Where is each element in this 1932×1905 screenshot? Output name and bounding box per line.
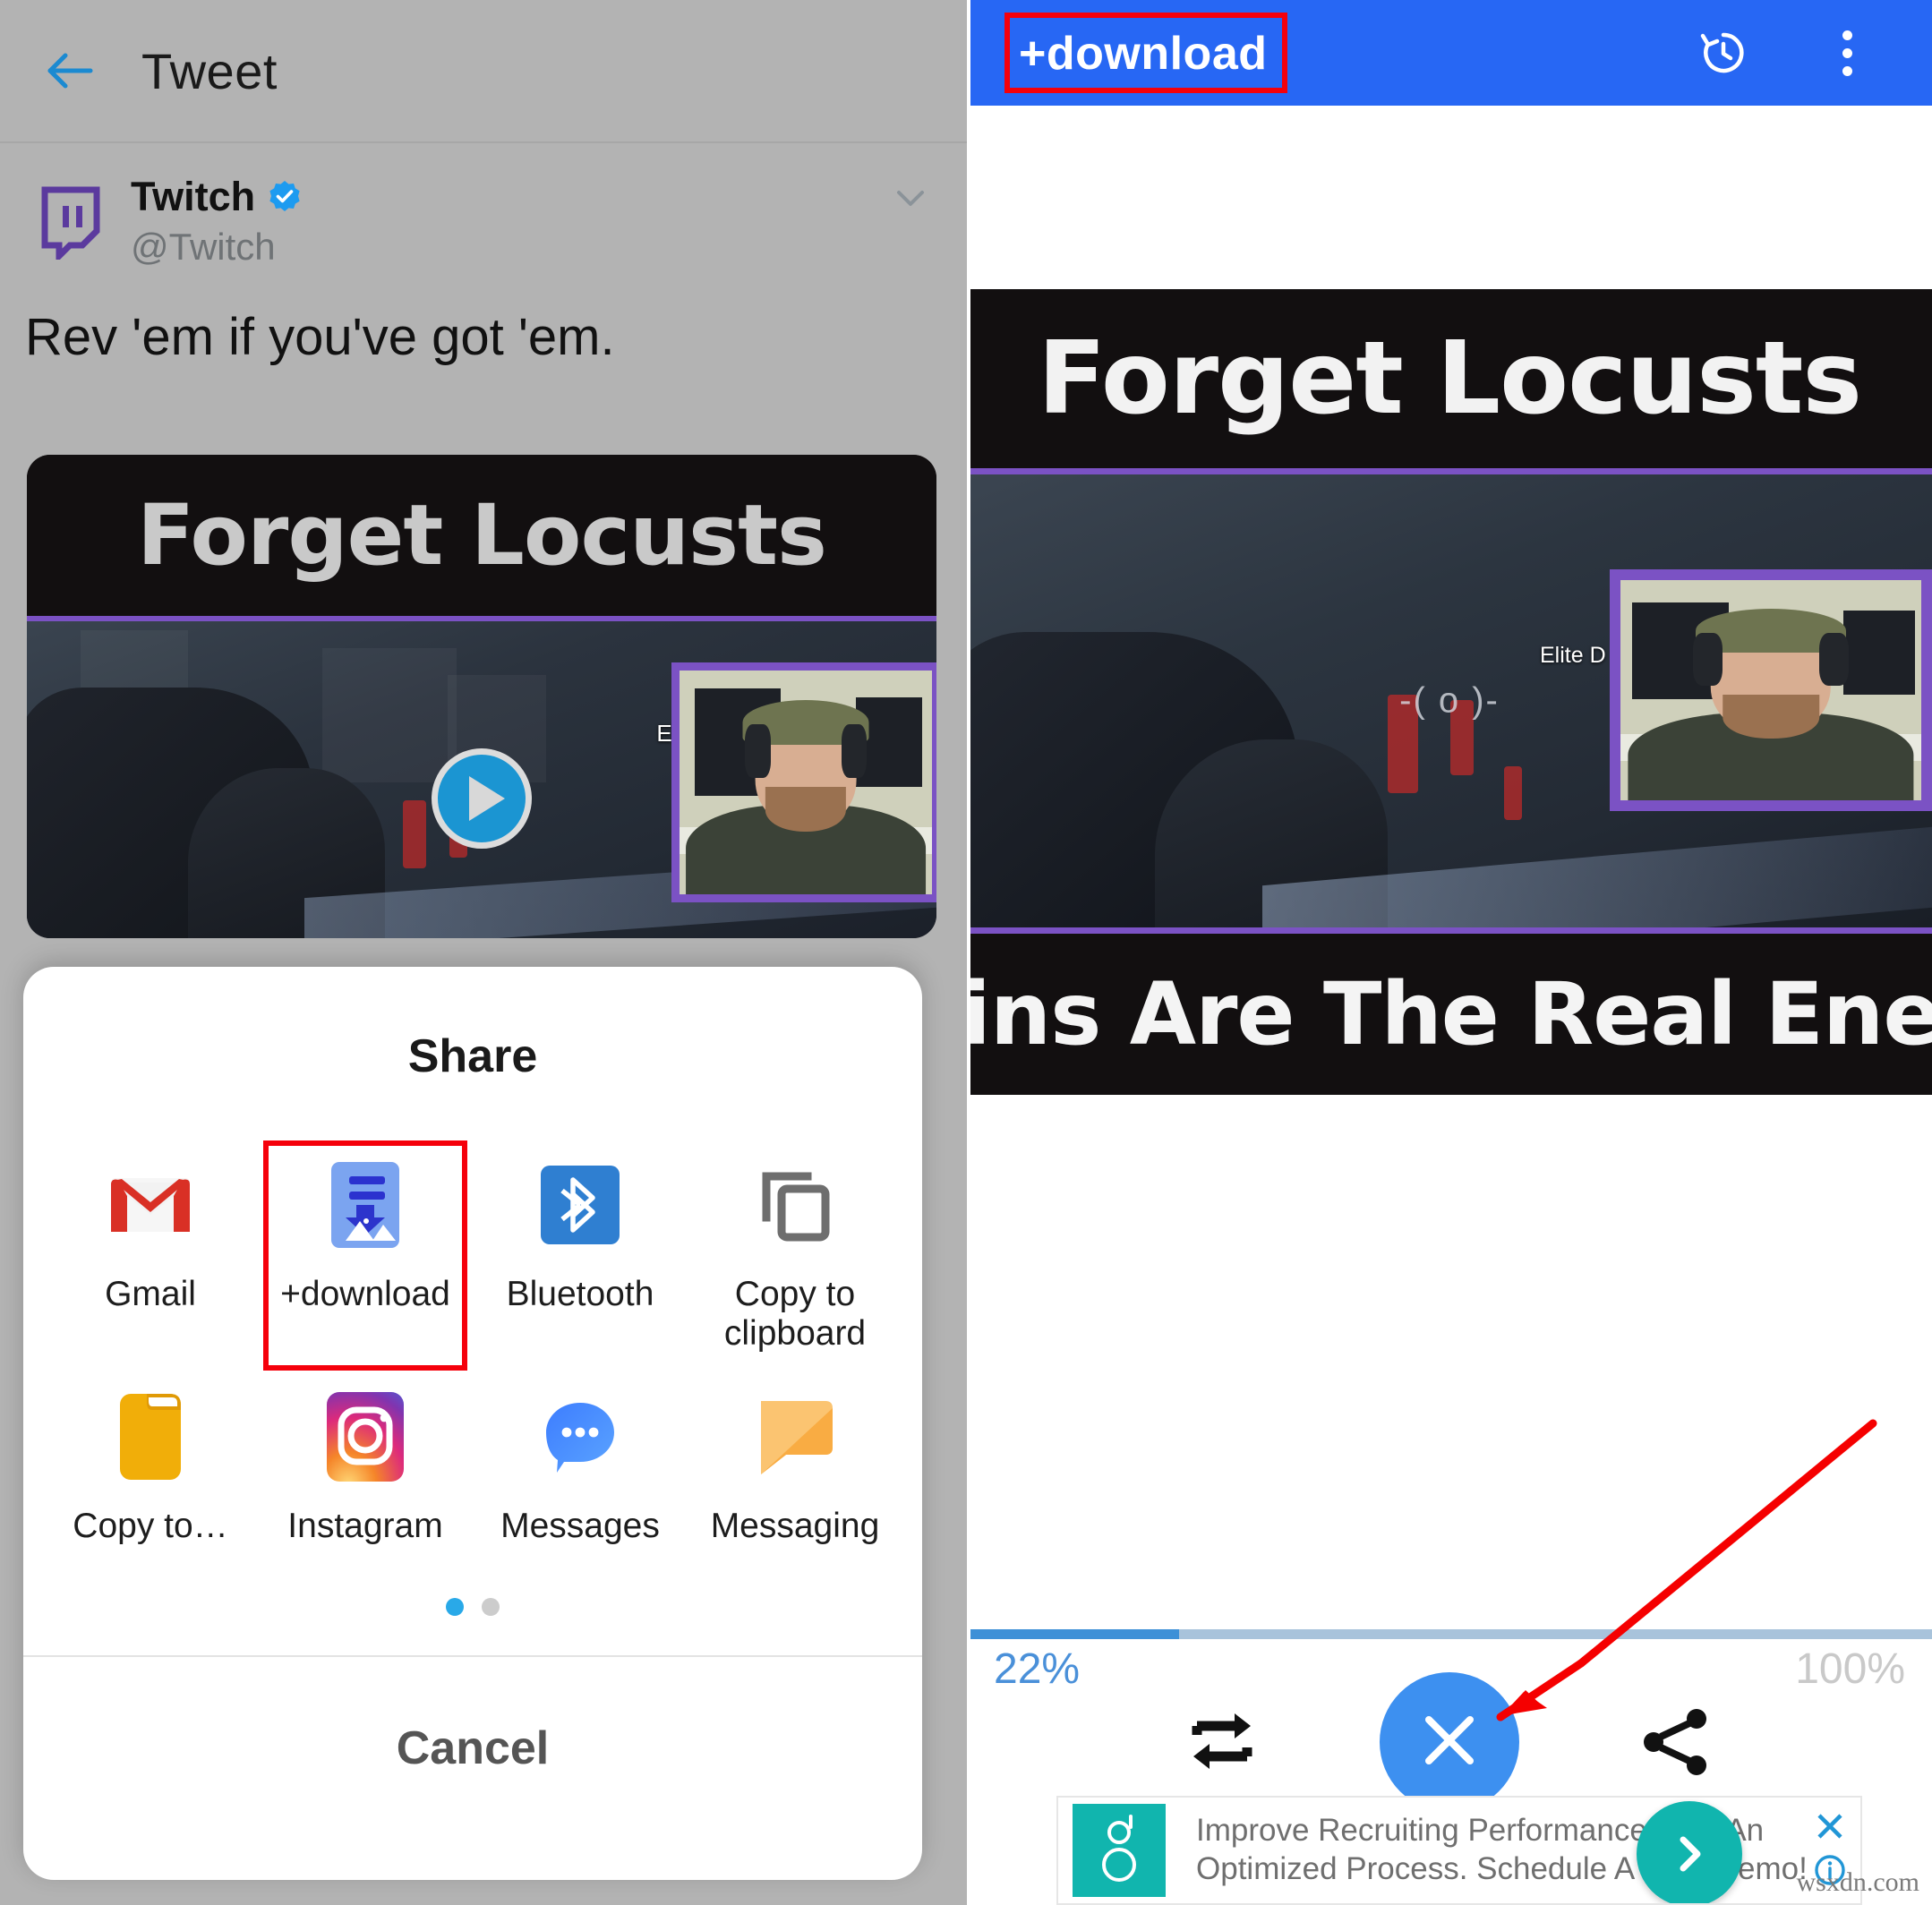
meme-top-caption: Forget Locusts	[27, 455, 936, 616]
share-target-plus-download[interactable]: +download	[258, 1140, 473, 1371]
verified-badge-icon	[268, 180, 302, 214]
share-target-label: Copy to…	[73, 1506, 228, 1545]
meme-bottom-caption: Trains Are The Real Enemy	[967, 934, 1932, 1095]
share-target-gmail[interactable]: Gmail	[43, 1146, 258, 1362]
pager-dot-active[interactable]	[446, 1598, 464, 1617]
crosshair-icon: -( o )-	[1399, 680, 1500, 721]
tweet-appbar: Tweet	[0, 0, 967, 143]
panel-divider	[967, 0, 970, 1905]
share-target-label: Bluetooth	[506, 1275, 654, 1313]
messaging-bubble-icon	[748, 1390, 842, 1483]
cancel-download-button[interactable]	[1380, 1672, 1519, 1812]
play-button-icon[interactable]	[432, 748, 532, 850]
share-target-copy-to-clipboard[interactable]: Copy to clipboard	[688, 1146, 902, 1362]
progress-track[interactable]	[967, 1629, 1932, 1639]
share-target-messaging[interactable]: Messaging	[688, 1378, 902, 1553]
tweet-body-text: Rev 'em if you've got 'em.	[25, 308, 615, 366]
meme-top-caption-text: Forget Locusts	[1037, 320, 1862, 437]
download-app-screen: +download Forget Locusts Elite D -(o)-…	[967, 0, 1932, 1905]
app-title-wrap: +download	[1004, 13, 1287, 93]
meme-top-caption: Forget Locusts	[967, 289, 1932, 468]
share-sheet-pager[interactable]	[23, 1598, 922, 1617]
twitter-tweet-screen: Tweet Twitch @Twitch Rev 'em if you've g…	[0, 0, 967, 1905]
download-preview-media: Forget Locusts Elite D -( o )- ins Are T…	[967, 289, 1932, 1095]
share-nodes-icon[interactable]	[1634, 1699, 1720, 1785]
share-target-label: Messaging	[710, 1506, 880, 1545]
stream-overlay-label: Elite D	[1540, 643, 1606, 668]
tweet-video-card[interactable]: Forget Locusts Elite D	[27, 455, 936, 938]
screenshot-root: Tweet Twitch @Twitch Rev 'em if you've g…	[0, 0, 1932, 1905]
streamer-webcam	[671, 662, 936, 902]
watermark: wsxdn.com	[1796, 1867, 1920, 1897]
kebab-menu-icon[interactable]	[1819, 25, 1875, 81]
share-app-grid: Gmail +download Bluetooth Copy to clipbo…	[23, 1083, 922, 1553]
repeat-arrows-icon[interactable]	[1179, 1699, 1265, 1785]
close-x-icon[interactable]	[1812, 1808, 1848, 1849]
messages-bubble-icon	[534, 1390, 627, 1483]
chevron-down-icon[interactable]	[890, 177, 931, 218]
back-arrow-icon[interactable]	[41, 43, 97, 98]
progress-fill	[967, 1629, 1180, 1639]
share-target-copy-to[interactable]: Copy to…	[43, 1378, 258, 1553]
highlight-box	[1004, 13, 1287, 93]
appbar-actions	[1696, 25, 1894, 81]
history-clock-icon[interactable]	[1696, 25, 1751, 81]
share-target-bluetooth[interactable]: Bluetooth	[473, 1146, 688, 1362]
folder-icon	[104, 1390, 197, 1483]
account-block: Twitch @Twitch	[131, 174, 302, 269]
bluetooth-icon	[534, 1158, 627, 1251]
share-target-label: Instagram	[287, 1506, 443, 1545]
account-handle: @Twitch	[131, 226, 276, 268]
copy-clipboard-icon	[748, 1158, 842, 1251]
share-target-label: Messages	[500, 1506, 660, 1545]
share-sheet-title: Share	[407, 1030, 538, 1082]
share-target-instagram[interactable]: Instagram	[258, 1378, 473, 1553]
tweet-author-row: Twitch @Twitch	[0, 143, 967, 269]
share-target-messages[interactable]: Messages	[473, 1378, 688, 1553]
share-target-label: Copy to clipboard	[723, 1275, 867, 1354]
download-appbar: +download	[967, 0, 1932, 106]
twitch-logo-icon[interactable]	[32, 186, 106, 260]
meme-bottom-caption-text: Trains Are The Real Enemy	[967, 964, 1932, 1064]
page-title: Tweet	[141, 42, 278, 99]
pager-dot[interactable]	[482, 1598, 500, 1617]
chevron-right-icon[interactable]	[1637, 1801, 1742, 1903]
meme-top-caption-text: Forget Locusts	[137, 486, 827, 585]
video-still: Elite D	[27, 616, 936, 938]
cancel-button[interactable]: Cancel	[23, 1657, 922, 1775]
share-target-label: Gmail	[105, 1275, 196, 1313]
display-name: Twitch	[131, 174, 256, 219]
ad-banner[interactable]: Improve Recruiting Performance With An O…	[1056, 1796, 1862, 1905]
ad-text: Improve Recruiting Performance With An O…	[1196, 1813, 1808, 1886]
video-still: Elite D -( o )-	[967, 468, 1932, 934]
download-controls	[967, 1672, 1932, 1812]
share-sheet: Share Gmail +download Bluetooth Copy to …	[23, 967, 922, 1880]
advertiser-logo-icon	[1073, 1804, 1166, 1897]
streamer-webcam	[1610, 569, 1932, 811]
highlight-box	[263, 1140, 467, 1371]
download-body: Forget Locusts Elite D -( o )- ins Are T…	[967, 106, 1932, 1905]
close-x-icon	[1413, 1704, 1486, 1781]
gmail-icon	[104, 1158, 197, 1251]
instagram-icon	[319, 1390, 412, 1483]
